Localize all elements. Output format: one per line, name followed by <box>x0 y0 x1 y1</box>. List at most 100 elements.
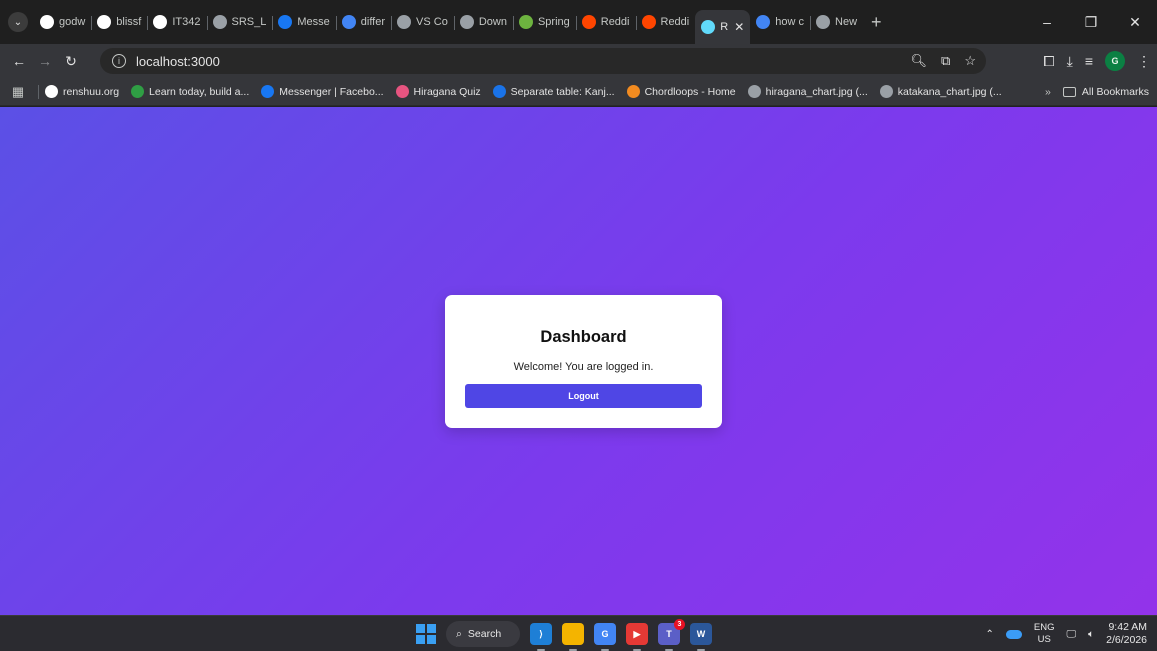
browser-tab[interactable]: blissf <box>91 7 147 37</box>
bookmarks-bar: ▦ renshuu.org Learn today, build a... Mess… <box>0 78 1157 106</box>
network-icon[interactable]: 🖵 <box>1066 629 1076 640</box>
browser-tab[interactable]: IT342 <box>147 7 206 37</box>
vscode-icon[interactable]: ⟩ <box>530 623 552 651</box>
globe-icon <box>459 15 474 29</box>
bookmark-label: Hiragana Quiz <box>413 85 481 98</box>
browser-toolbar: ← → ↻ i localhost:3000 🔍︎ ⧉ ☆ ⧠ ⤓ ≡ G ⋮ <box>0 44 1157 78</box>
tab-label: R <box>720 21 729 33</box>
tab-search-chevron-icon[interactable]: ⌄ <box>8 12 28 32</box>
browser-tab[interactable]: Reddi <box>635 7 696 37</box>
start-windows-icon[interactable] <box>416 624 436 644</box>
more-bookmarks-chevron-icon[interactable]: » <box>1045 86 1051 98</box>
tab-label: Messe <box>297 16 330 28</box>
address-bar[interactable]: i localhost:3000 🔍︎ ⧉ ☆ <box>100 48 986 74</box>
browser-tab[interactable]: Messe <box>272 7 335 37</box>
browser-tab[interactable]: Down <box>453 7 513 37</box>
toolbar-right: ⧠ ⤓ ≡ G ⋮ <box>1043 48 1151 74</box>
teams-icon[interactable]: T3 <box>658 619 685 651</box>
menu-kebab-icon[interactable]: ⋮ <box>1137 53 1151 70</box>
bookmark-item[interactable]: katakana_chart.jpg (... <box>879 85 1002 98</box>
bookmark-item[interactable]: Learn today, build a... <box>131 85 249 98</box>
youtube-icon[interactable]: ▶ <box>626 623 648 651</box>
restore-button[interactable]: ❐ <box>1069 0 1113 44</box>
bookmark-list: renshuu.org Learn today, build a... Messen… <box>45 85 1014 98</box>
bookmark-label: Separate table: Kanj... <box>510 85 615 98</box>
tab-list: godw blissf IT342 SRS_L Messe differ VS Co Down… <box>34 0 863 44</box>
install-app-icon[interactable]: ⧉ <box>941 53 950 69</box>
welcome-message: Welcome! You are logged in. <box>513 361 654 373</box>
facebook-icon <box>278 15 293 29</box>
close-tab-icon[interactable]: ✕ <box>734 20 744 34</box>
extensions-icon[interactable]: ⧠ <box>1043 53 1054 70</box>
taskbar-search[interactable]: ⌕ Search <box>446 621 520 647</box>
file-explorer-icon[interactable] <box>562 623 584 651</box>
bookmark-item[interactable]: Separate table: Kanj... <box>492 85 615 98</box>
browser-tab[interactable]: SRS_L <box>206 7 273 37</box>
reddit-icon <box>581 15 596 29</box>
reload-button[interactable]: ↻ <box>58 48 84 74</box>
bookmark-label: katakana_chart.jpg (... <box>897 85 1002 98</box>
bookmark-item[interactable]: Chordloops - Home <box>626 85 736 98</box>
search-icon: ⌕ <box>456 627 462 640</box>
browser-tab[interactable]: godw <box>34 7 91 37</box>
tray-chevron-up-icon[interactable]: ⌃ <box>986 629 994 640</box>
browser-tab[interactable]: VS Co <box>391 7 454 37</box>
chrome-icon[interactable]: G <box>594 623 616 651</box>
all-bookmarks-link[interactable]: All Bookmarks <box>1082 86 1149 98</box>
browser-tab-strip: ⌄ godw blissf IT342 SRS_L Messe differ VS Co Do… <box>0 0 1157 44</box>
browser-tab[interactable]: Spring <box>512 7 576 37</box>
spring-icon <box>518 15 533 29</box>
dashboard-title: Dashboard <box>540 328 627 346</box>
address-url[interactable]: localhost:3000 <box>136 54 220 69</box>
bookmark-item[interactable]: hiragana_chart.jpg (... <box>747 85 868 98</box>
tab-label: Reddi <box>660 16 690 28</box>
volume-icon[interactable]: 🔈︎ <box>1088 629 1094 640</box>
reddit-icon <box>641 15 656 29</box>
bookmark-item[interactable]: renshuu.org <box>45 85 119 98</box>
new-tab-button[interactable]: + <box>871 12 882 33</box>
bookmark-label: Chordloops - Home <box>644 85 736 98</box>
browser-tab[interactable]: how c <box>750 7 810 37</box>
language-code: ENG <box>1033 622 1055 633</box>
github-icon <box>97 15 112 29</box>
dashboard-card: Dashboard Welcome! You are logged in. Lo… <box>445 295 722 428</box>
google-icon <box>756 15 771 29</box>
bookmark-item[interactable]: Hiragana Quiz <box>395 85 481 98</box>
bookmarks-divider <box>38 84 39 99</box>
word-icon[interactable]: W <box>690 623 712 651</box>
download-icon[interactable]: ⤓ <box>1067 53 1073 70</box>
browser-tab[interactable]: New <box>810 7 863 37</box>
zoom-icon[interactable]: 🔍︎ <box>911 53 928 69</box>
back-button[interactable]: ← <box>6 48 32 74</box>
bookmark-star-icon[interactable]: ☆ <box>964 53 976 69</box>
google-icon <box>341 15 356 29</box>
close-window-button[interactable]: ✕ <box>1113 0 1157 44</box>
apps-grid-icon[interactable]: ▦ <box>4 84 32 100</box>
onedrive-cloud-icon[interactable] <box>1005 629 1022 639</box>
taskbar-search-label: Search <box>467 628 502 640</box>
windows-taskbar: ⌕ Search ⟩ G ▶ T3 W ⌃ ENG US 🖵 🔈︎ 9:42 A… <box>0 615 1157 651</box>
browser-tab[interactable]: R ✕ <box>695 10 751 44</box>
bookmark-label: hiragana_chart.jpg (... <box>765 85 868 98</box>
minimize-button[interactable]: – <box>1025 0 1069 44</box>
github-icon <box>153 15 168 29</box>
window-controls: – ❐ ✕ <box>1025 0 1157 44</box>
reading-list-icon[interactable]: ≡ <box>1085 53 1093 69</box>
browser-tab[interactable]: differ <box>335 7 391 37</box>
region-code: US <box>1037 634 1051 645</box>
tab-label: VS Co <box>416 16 448 28</box>
globe-icon <box>816 15 831 29</box>
bookmark-item[interactable]: Messenger | Facebo... <box>261 85 384 98</box>
clock-time: 9:42 AM <box>1108 621 1147 633</box>
profile-avatar[interactable]: G <box>1105 51 1125 71</box>
language-indicator[interactable]: ENG US <box>1034 622 1055 646</box>
bookmark-label: Learn today, build a... <box>149 85 250 98</box>
forward-button[interactable]: → <box>32 48 58 74</box>
site-info-icon[interactable]: i <box>112 54 126 68</box>
clock[interactable]: 9:42 AM 2/6/2026 <box>1106 621 1147 647</box>
logout-button[interactable]: Logout <box>465 384 702 408</box>
browser-tab[interactable]: Reddi <box>575 7 636 37</box>
globe-icon <box>879 85 893 98</box>
dashboard-page: Dashboard Welcome! You are logged in. Lo… <box>0 107 1157 615</box>
tab-label: how c <box>775 16 805 28</box>
